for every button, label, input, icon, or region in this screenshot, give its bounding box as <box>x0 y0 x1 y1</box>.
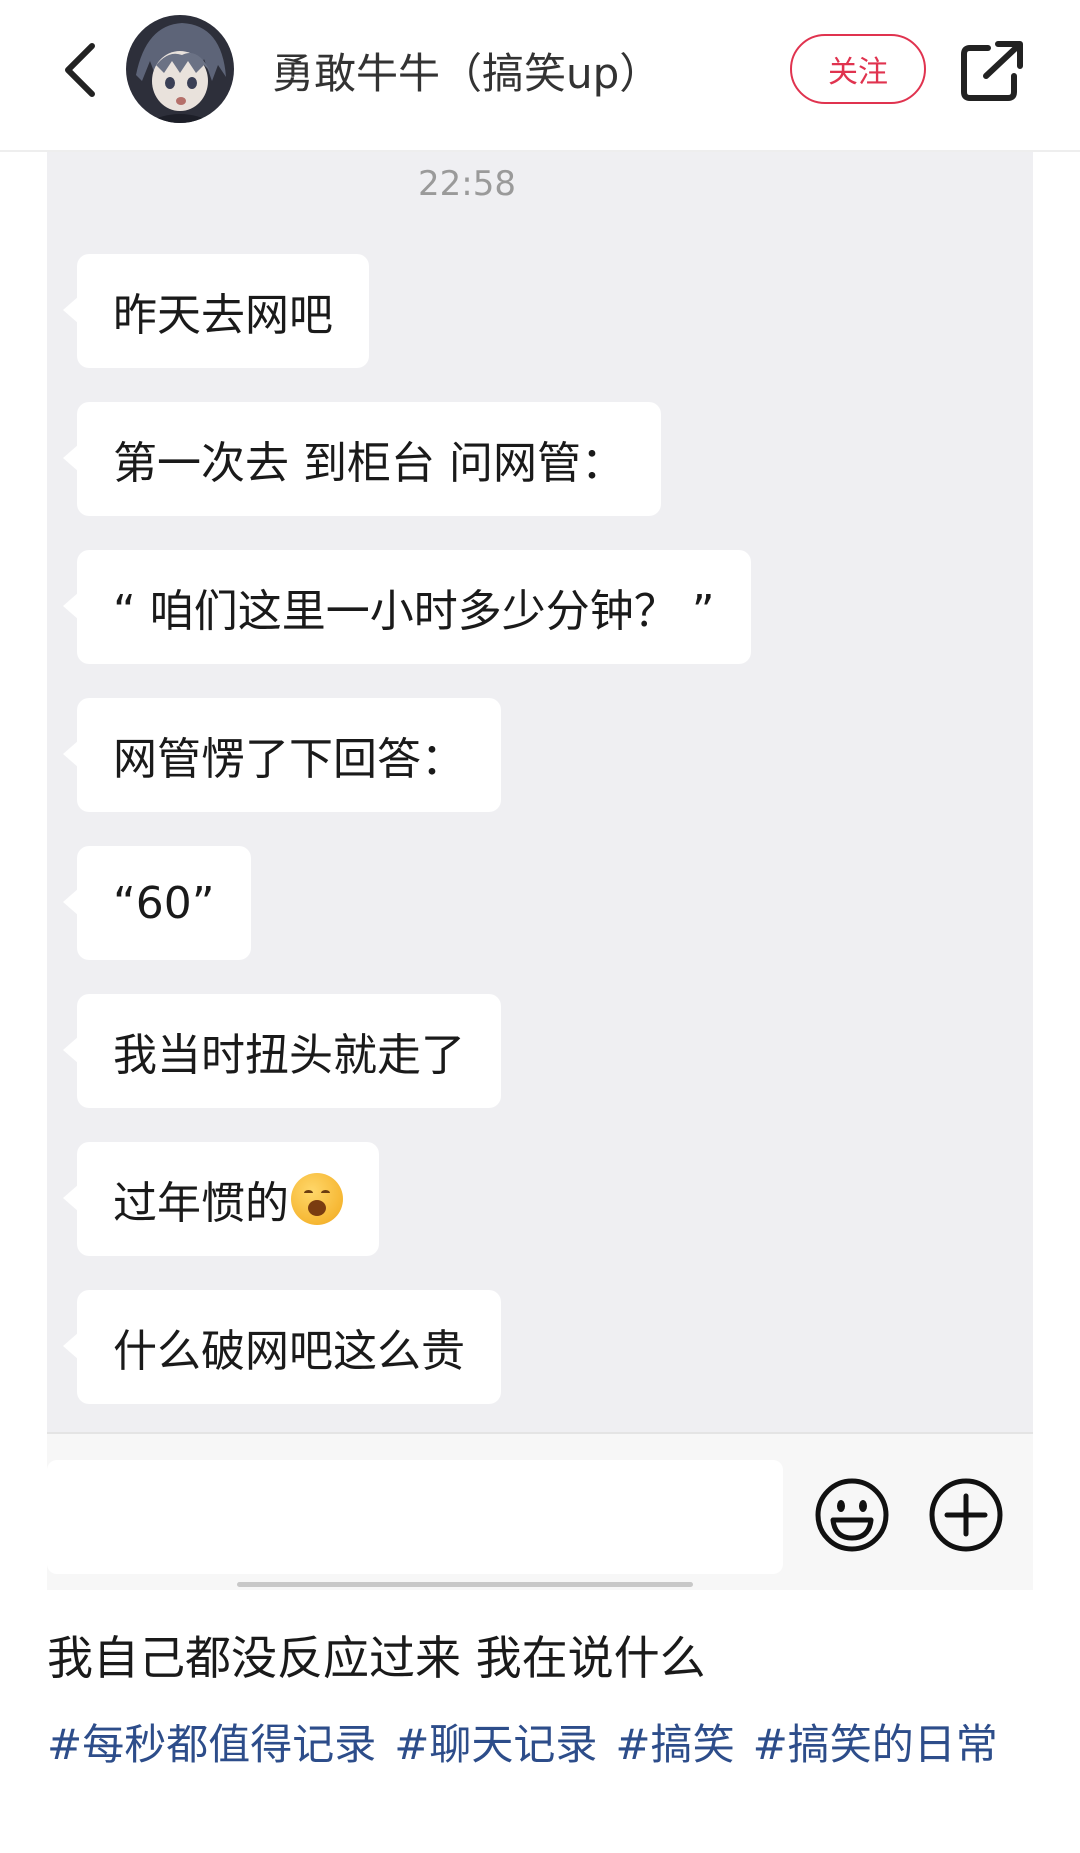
chat-bubble: 昨天去网吧 <box>63 254 369 368</box>
avatar[interactable] <box>126 15 234 123</box>
chat-input-bar <box>47 1432 1033 1590</box>
back-button[interactable] <box>40 30 120 110</box>
chat-bubble: “60” <box>63 846 251 960</box>
chat-bubble: 什么破网吧这么贵 <box>63 1290 501 1404</box>
avatar-image <box>126 15 234 123</box>
message-text: 什么破网吧这么贵 <box>113 1326 465 1377</box>
message-input[interactable] <box>47 1460 783 1574</box>
share-button[interactable] <box>958 38 1028 104</box>
hashtag[interactable]: #聊天记录 <box>394 1720 597 1769</box>
post-caption: 我自己都没反应过来 我在说什么 <box>47 1631 706 1685</box>
message-text: 昨天去网吧 <box>113 290 333 341</box>
chat-bubble: 网管愣了下回答： <box>63 698 501 812</box>
home-indicator <box>237 1582 693 1587</box>
hashtag[interactable]: #搞笑的日常 <box>753 1720 998 1769</box>
message-text: 网管愣了下回答： <box>113 734 465 785</box>
smiley-icon <box>815 1478 889 1552</box>
chat-bubble: “ 咱们这里一小时多少分钟？ ” <box>63 550 751 664</box>
message-text: 过年惯的 <box>113 1178 289 1229</box>
share-icon <box>961 41 1023 101</box>
follow-button[interactable]: 关注 <box>790 34 926 104</box>
message-text: “60” <box>113 877 215 929</box>
top-bar: 勇敢牛牛（搞笑up） 关注 <box>0 0 1080 152</box>
author-name[interactable]: 勇敢牛牛（搞笑up） <box>272 40 661 101</box>
message-text: “ 咱们这里一小时多少分钟？ ” <box>113 586 715 637</box>
hashtag-list: #每秒都值得记录 #聊天记录 #搞笑 #搞笑的日常 <box>47 1712 1047 1778</box>
plus-circle-icon <box>929 1478 1003 1552</box>
more-button[interactable] <box>927 1476 1005 1554</box>
message-text: 我当时扭头就走了 <box>113 1030 465 1081</box>
chat-bubble: 过年惯的 <box>63 1142 379 1256</box>
chat-bubble: 我当时扭头就走了 <box>63 994 501 1108</box>
emoji-button[interactable] <box>813 1476 891 1554</box>
chat-bubble: 第一次去 到柜台 问网管： <box>63 402 661 516</box>
chevron-left-icon <box>65 43 95 97</box>
yawn-emoji-icon <box>291 1173 343 1225</box>
chat-screenshot[interactable]: 22:58 昨天去网吧 第一次去 到柜台 问网管： “ 咱们这里一小时多少分钟？… <box>47 152 1033 1590</box>
hashtag[interactable]: #每秒都值得记录 <box>47 1720 376 1769</box>
message-text: 第一次去 到柜台 问网管： <box>113 438 625 489</box>
hashtag[interactable]: #搞笑 <box>615 1720 734 1769</box>
chat-timestamp: 22:58 <box>418 164 516 204</box>
